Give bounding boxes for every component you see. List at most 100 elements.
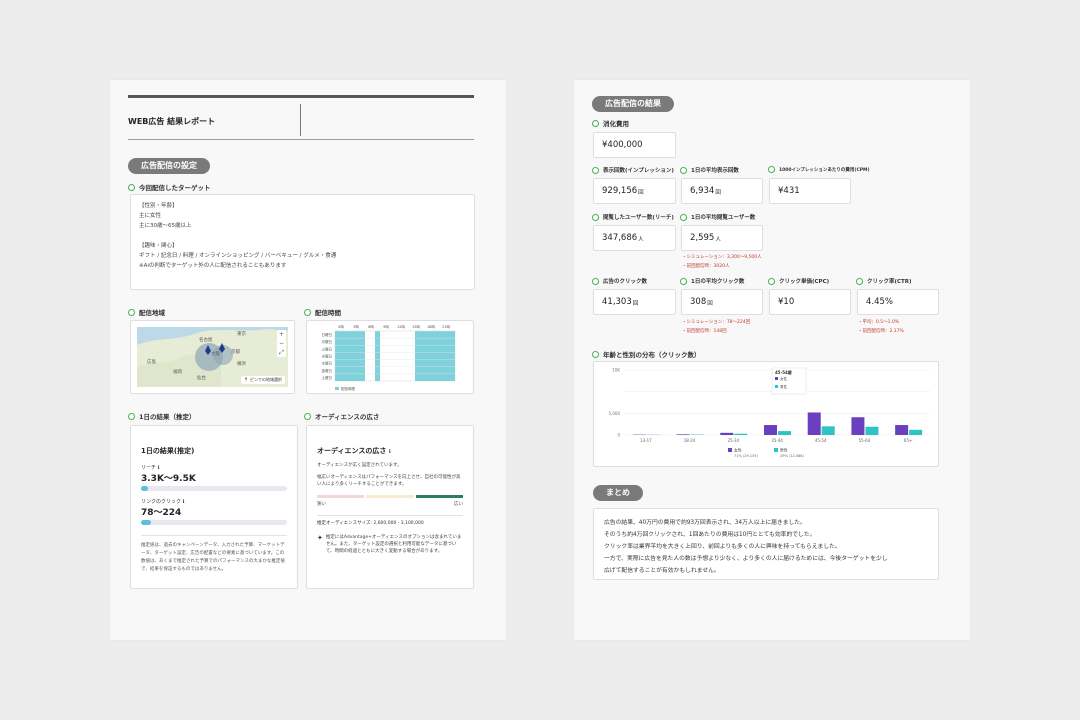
bar-female [851,417,865,435]
bullet-dot-icon [592,213,599,221]
spend-heading: 消化費用 [592,118,629,128]
target-heading: 今回配信したターゲット [128,182,211,192]
info-icon: ℹ [388,449,391,455]
bar-male [778,431,791,435]
daily-users-value: 2,595 人 [681,225,763,251]
dist-chart-box: 0 5,000 10K 13-17 18-24 25-34 35-44 45-54 55-64 6… [593,361,939,467]
bar-male [821,426,835,435]
zoom-out-icon[interactable]: − [277,339,286,348]
day-label: 火曜日 [322,346,333,351]
bullet-dot-icon [304,308,311,316]
bullet-dot-icon [128,183,135,191]
cpc-value: ¥10 [769,289,851,315]
tooltip-swatch [775,385,778,388]
daily-clicks-note: ・シミュレーション：78〜224回 [682,320,751,325]
active-slot [420,331,425,381]
y-tick-label: 10K [612,368,620,373]
spend-value: ¥400,000 [593,132,676,158]
active-slot [355,331,360,381]
x-tick-label: 45-54 [815,438,827,443]
time-heading: 配信時間 [304,307,341,317]
hour-label: 18時 [427,324,435,329]
target-line: 【趣味・関心】 [139,243,178,249]
day-label: 金曜日 [322,368,333,373]
target-line: ギフト / 記念日 / 料理 / オンラインショッピング / バーベキュー / … [139,253,337,259]
bullet-dot-icon [592,277,599,285]
hour-label: 6時 [368,324,374,329]
active-slot [350,331,355,381]
bar-female [764,425,777,435]
legend-label: 男性 [780,448,788,453]
bullet-dot-icon [592,166,599,174]
impressions-heading: 表示回数(インプレッション) [592,166,674,174]
hour-label: 21時 [442,324,450,329]
daily-users-note: ・シミュレーション：3,300〜9,500人 [682,255,762,260]
bullet-dot-icon [128,412,135,420]
x-tick-label: 13-17 [640,438,652,443]
hour-label: 12時 [397,324,405,329]
audience-heading: オーディエンスの広さ [304,411,379,421]
reach-label: リーチ ℹ [141,465,160,471]
day-label: 水曜日 [322,354,333,359]
target-line: 主に30歳〜65歳以上 [139,223,192,229]
sparkle-icon: ✦ [317,534,323,542]
narrow-label: 狭い [317,502,326,507]
results-pill: 広告配信の結果 [592,96,674,112]
y-tick-label: 0 [617,433,620,438]
map-zoom-controls: + − ⤢ [277,330,286,357]
clicks-value: 41,303 回 [593,289,676,315]
bullet-dot-icon [304,412,311,420]
hour-label: 0時 [338,324,344,329]
summary-box: 広告の結果、40万円の費用で約93万回表示され、34万人以上に届きました。 そのう… [593,508,939,580]
bullet-dot-icon [768,277,775,285]
reach-bar [141,486,287,491]
tooltip-line: 女性 [780,376,788,381]
bar-female [895,425,909,435]
impressions-value: 929,156 回 [593,178,676,204]
time-box: 日曜日 月曜日 火曜日 水曜日 木曜日 金曜日 土曜日 0時 3時 6時 9時 12時 15時 18時 21… [306,320,474,394]
fullscreen-icon[interactable]: ⤢ [277,348,286,357]
target-box: 【性別・年齢】 主に女性 主に30歳〜65歳以上 【趣味・関心】 ギフト / 記念日 … [130,194,475,290]
x-tick-label: 35-44 [771,438,783,443]
active-slot [375,331,380,381]
target-line: 【性別・年齢】 [139,203,178,209]
map-pin-select-link[interactable]: 📍 ピンでの地域選択 [240,376,285,384]
map-label: 広島 [147,360,156,365]
cpm-heading: 1000インプレッションあたりの費用(CPM) [768,166,870,173]
day-label: 月曜日 [322,339,333,344]
reach-value: 3.3K〜9.5K [141,474,196,484]
map-box: 名古屋 東京 大阪 京都 広島 福岡 横浜 仙台 + − ⤢ 📍 ピンでの地域選… [130,320,295,394]
cpc-heading: クリック単価(CPC) [768,277,829,285]
active-slot [445,331,450,381]
audience-size: 推定オーディエンスサイズ: 2,600,000 - 3,100,000 [317,521,424,526]
map[interactable]: 名古屋 東京 大阪 京都 広島 福岡 横浜 仙台 + − ⤢ 📍 ピンでの地域選… [137,327,288,387]
audience-box: オーディエンスの広さ ℹ オーディエンスが広く設定されています。 幅広いオーディ… [306,425,474,589]
summary-line: 広げて配信することが有効かもしれません。 [604,568,720,574]
day-label: 土曜日 [322,375,333,380]
day-label: 木曜日 [322,361,333,366]
active-slot [340,331,345,381]
daily-clicks-value: 308 回 [681,289,763,315]
ctr-heading: クリック率(CTR) [856,277,912,285]
zoom-in-icon[interactable]: + [277,330,286,339]
bullet-dot-icon [680,166,687,174]
reach-heading: 閲覧したユーザー数(リーチ) [592,213,674,221]
header-divider [300,104,301,136]
map-label: 大阪 [211,352,220,357]
report-title: WEB広告 結果レポート [128,117,216,126]
click-bar-fill [141,520,152,525]
summary-line: 一方で、実際に広告を見た人の数は予想より少なく、より多くの人に届けるためには、今… [604,556,888,562]
reach-value: 347,686 人 [593,225,676,251]
legend-sub: 29% (12,088) [780,454,805,458]
click-bar [141,520,287,525]
header-rule-top [128,95,474,98]
audience-meter-labels: 狭い 広い [317,501,463,507]
ctr-value: 4.45% [857,289,939,315]
bar-female [720,432,734,435]
bar-male [865,426,879,435]
daily-title: 1日の結果(推定) [141,447,195,455]
daily-clicks-heading: 1日の平均クリック数 [680,277,744,285]
legend-label: 女性 [734,448,742,453]
bullet-dot-icon [592,350,599,358]
daily-users-note: ・前回配信時：3020人 [682,264,730,269]
